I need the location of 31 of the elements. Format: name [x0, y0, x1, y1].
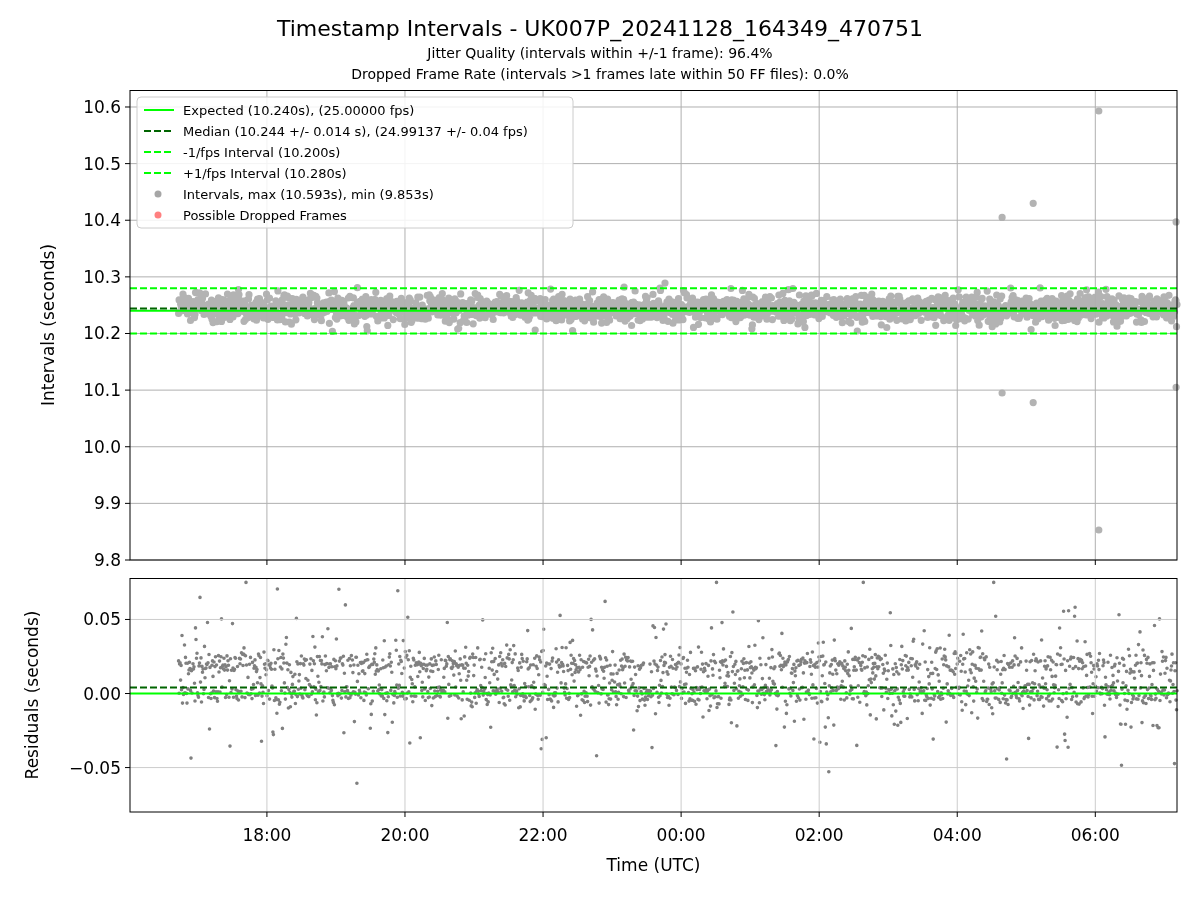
legend-label: -1/fps Interval (10.200s) [183, 145, 341, 160]
x-tick-label: 22:00 [518, 825, 568, 845]
legend-label: +1/fps Interval (10.280s) [183, 166, 347, 181]
figure-subtitle: Jitter Quality (intervals within +/-1 frame): 96.4% [427, 44, 773, 63]
legend-label: Intervals, max (10.593s), min (9.853s) [183, 187, 434, 202]
y-tick-label: 9.8 [93, 550, 121, 570]
x-tick-label: 20:00 [380, 825, 430, 845]
y-tick-label: 10.6 [83, 97, 121, 117]
x-tick-label: 18:00 [242, 825, 292, 845]
x-axis-label: Time (UTC) [606, 855, 701, 875]
y-tick-label: −0.05 [68, 757, 121, 778]
y-axis-label: Residuals (seconds) [22, 610, 42, 780]
y-tick-label: 0.00 [83, 683, 121, 704]
y-tick-label: 10.5 [83, 153, 121, 174]
x-tick-label: 00:00 [656, 825, 706, 845]
legend-label: Possible Dropped Frames [183, 208, 347, 223]
y-tick-label: 10.3 [83, 266, 121, 287]
legend-label: Expected (10.240s), (25.00000 fps) [183, 103, 415, 118]
x-tick-label: 06:00 [1070, 825, 1120, 845]
y-tick-label: 10.1 [83, 380, 121, 401]
figure-title: Timestamp Intervals - UK007P_20241128_164349_470751 [276, 15, 924, 43]
x-tick-label: 02:00 [794, 825, 844, 845]
y-tick-label: 9.9 [93, 493, 121, 514]
legend-label: Median (10.244 +/- 0.014 s), (24.99137 +/- 0.04 fps) [183, 124, 528, 139]
figure-subtitle: Dropped Frame Rate (intervals >1 frames late within 50 FF files): 0.0% [351, 65, 849, 84]
y-tick-label: 10.2 [83, 323, 121, 344]
x-tick-label: 04:00 [932, 825, 982, 845]
y-tick-label: 10.0 [83, 436, 121, 457]
y-tick-label: 0.05 [83, 609, 121, 630]
y-axis-label: Intervals (seconds) [38, 243, 58, 407]
y-tick-label: 10.4 [83, 210, 121, 231]
